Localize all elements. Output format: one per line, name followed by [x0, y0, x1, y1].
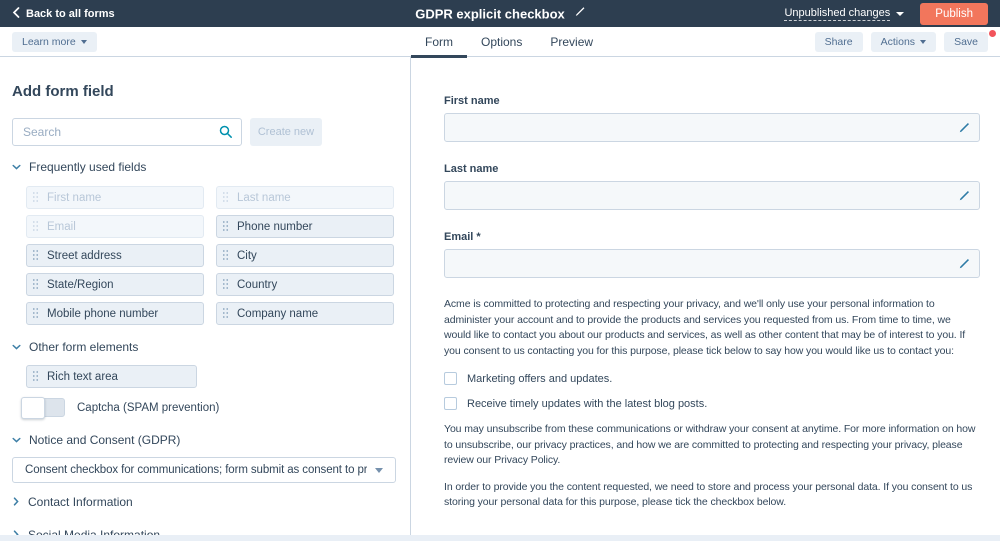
captcha-label: Captcha (SPAM prevention) — [77, 402, 219, 414]
form-field-last-name[interactable]: Last name — [444, 163, 980, 210]
field-chip-last-name: Last name — [216, 186, 394, 209]
checkbox-icon[interactable] — [444, 372, 457, 385]
notification-dot — [989, 30, 996, 37]
gdpr-consent-dropdown[interactable]: Consent checkbox for communications; for… — [12, 457, 396, 483]
edit-field-pencil-icon[interactable] — [957, 258, 970, 276]
section-label: Other form elements — [29, 340, 138, 354]
field-chip-city[interactable]: City — [216, 244, 394, 267]
consent-checkbox-blog-updates[interactable]: Receive timely updates with the latest b… — [444, 397, 980, 410]
drag-handle-icon — [32, 220, 38, 233]
caret-down-icon — [920, 40, 926, 44]
gdpr-dropdown-selected-value: Consent checkbox for communications; for… — [25, 464, 367, 476]
bottom-edge-strip — [0, 535, 1000, 541]
chevron-right-icon — [12, 495, 20, 509]
form-title: GDPR explicit checkbox — [415, 6, 585, 21]
checkbox-label: Marketing offers and updates. — [467, 373, 612, 385]
field-label: Email * — [444, 231, 980, 243]
back-link-label: Back to all forms — [26, 8, 115, 20]
section-label: Contact Information — [28, 495, 133, 509]
caret-down-icon — [375, 468, 383, 473]
field-label: Last name — [444, 163, 980, 175]
section-label: Notice and Consent (GDPR) — [29, 433, 180, 447]
drag-handle-icon — [32, 249, 38, 262]
edit-title-pencil-icon[interactable] — [573, 6, 585, 21]
edit-field-pencil-icon[interactable] — [957, 122, 970, 140]
captcha-toggle[interactable] — [21, 398, 65, 417]
field-chip-company-name[interactable]: Company name — [216, 302, 394, 325]
create-new-button[interactable]: Create new — [250, 118, 322, 146]
drag-handle-icon — [32, 307, 38, 320]
gdpr-storage-paragraph: In order to provide you the content requ… — [444, 480, 980, 511]
search-icon — [219, 125, 233, 144]
top-navigation-bar: Back to all forms GDPR explicit checkbox… — [0, 0, 1000, 27]
checkbox-label: Receive timely updates with the latest b… — [467, 398, 707, 410]
actions-label: Actions — [881, 36, 915, 48]
checkbox-icon[interactable] — [444, 397, 457, 410]
save-button[interactable]: Save — [944, 32, 988, 52]
consent-checkbox-marketing[interactable]: Marketing offers and updates. — [444, 372, 980, 385]
drag-handle-icon — [222, 191, 228, 204]
learn-more-button[interactable]: Learn more — [12, 32, 97, 52]
chevron-left-icon — [12, 7, 20, 21]
caret-down-icon — [896, 12, 904, 16]
tab-options[interactable]: Options — [467, 27, 536, 57]
section-label: Frequently used fields — [29, 160, 146, 174]
field-label: First name — [444, 95, 980, 107]
edit-field-pencil-icon[interactable] — [957, 190, 970, 208]
section-frequently-used-fields[interactable]: Frequently used fields — [12, 158, 396, 176]
tab-form[interactable]: Form — [411, 27, 467, 57]
learn-more-label: Learn more — [22, 36, 76, 48]
gdpr-intro-paragraph: Acme is committed to protecting and resp… — [444, 297, 980, 359]
drag-handle-icon — [32, 191, 38, 204]
email-input[interactable] — [444, 249, 980, 278]
publish-button[interactable]: Publish — [920, 3, 988, 25]
field-chip-country[interactable]: Country — [216, 273, 394, 296]
first-name-input[interactable] — [444, 113, 980, 142]
actions-button[interactable]: Actions — [871, 32, 936, 52]
back-to-all-forms-link[interactable]: Back to all forms — [12, 7, 115, 21]
chevron-down-icon — [12, 433, 21, 447]
editor-tabs: Form Options Preview — [411, 27, 607, 57]
add-form-field-panel: Add form field Create new Frequently use… — [0, 57, 411, 541]
search-input[interactable] — [12, 118, 242, 146]
gdpr-unsubscribe-paragraph: You may unsubscribe from these communica… — [444, 422, 980, 469]
last-name-input[interactable] — [444, 181, 980, 210]
field-chip-mobile-phone-number[interactable]: Mobile phone number — [26, 302, 204, 325]
chevron-down-icon — [12, 160, 21, 174]
share-button[interactable]: Share — [815, 32, 863, 52]
form-preview-canvas: First name Last name Email * — [411, 57, 1000, 541]
unpublished-changes-menu[interactable]: Unpublished changes — [784, 7, 904, 21]
field-chip-phone-number[interactable]: Phone number — [216, 215, 394, 238]
drag-handle-icon — [222, 307, 228, 320]
field-chip-first-name: First name — [26, 186, 204, 209]
unpublished-changes-label: Unpublished changes — [784, 7, 890, 21]
section-contact-information[interactable]: Contact Information — [12, 493, 396, 511]
drag-handle-icon — [222, 249, 228, 262]
field-chip-street-address[interactable]: Street address — [26, 244, 204, 267]
toggle-knob — [21, 397, 45, 419]
panel-heading: Add form field — [12, 83, 396, 100]
drag-handle-icon — [222, 220, 228, 233]
drag-handle-icon — [32, 370, 38, 383]
field-chip-state-region[interactable]: State/Region — [26, 273, 204, 296]
chevron-down-icon — [12, 340, 21, 354]
field-chip-grid: First name Last name Email Phone number … — [26, 186, 396, 325]
caret-down-icon — [81, 40, 87, 44]
section-other-form-elements[interactable]: Other form elements — [12, 338, 396, 356]
form-title-text: GDPR explicit checkbox — [415, 6, 565, 21]
form-field-first-name[interactable]: First name — [444, 95, 980, 142]
drag-handle-icon — [222, 278, 228, 291]
secondary-toolbar: Learn more Form Options Preview Share Ac… — [0, 27, 1000, 57]
tab-preview[interactable]: Preview — [536, 27, 607, 57]
drag-handle-icon — [32, 278, 38, 291]
section-notice-and-consent-gdpr[interactable]: Notice and Consent (GDPR) — [12, 431, 396, 449]
field-chip-rich-text-area[interactable]: Rich text area — [26, 365, 197, 388]
form-field-email[interactable]: Email * — [444, 231, 980, 278]
field-chip-email: Email — [26, 215, 204, 238]
